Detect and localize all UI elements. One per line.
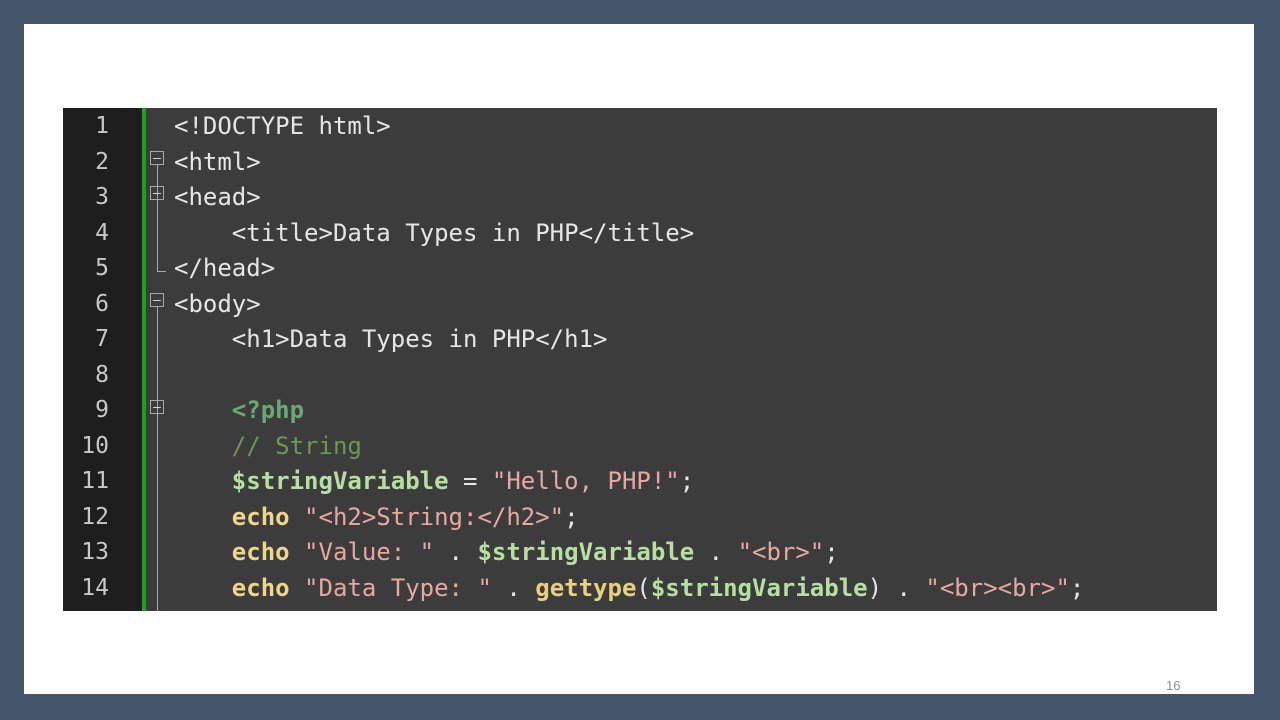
code-token: <?php bbox=[231, 396, 305, 424]
fold-toggle-icon[interactable] bbox=[150, 400, 164, 414]
code-token: . bbox=[694, 538, 738, 566]
code-token: // String bbox=[231, 431, 362, 460]
code-line[interactable]: </head> bbox=[174, 250, 275, 286]
line-number: 3 bbox=[95, 184, 109, 210]
code-token: ( bbox=[636, 573, 651, 602]
code-line[interactable]: <title>Data Types in PHP</title> bbox=[174, 215, 694, 251]
line-number: 13 bbox=[81, 539, 109, 565]
code-token: ; bbox=[564, 502, 579, 531]
code-line[interactable]: <h1>Data Types in PHP</h1> bbox=[174, 321, 608, 357]
code-token: <title>Data Types in PHP</title> bbox=[174, 218, 695, 247]
code-token: . bbox=[491, 573, 536, 602]
code-token: . bbox=[434, 538, 478, 566]
line-number: 6 bbox=[95, 290, 109, 317]
code-line[interactable]: <head> bbox=[174, 179, 261, 215]
code-token: ; bbox=[824, 538, 839, 566]
line-number: 4 bbox=[95, 219, 109, 246]
fold-toggle-icon[interactable] bbox=[150, 151, 164, 165]
code-editor[interactable]: 1 2 3 4 5 6 7 8 9 10 11 12 13 14 <!DOCTYPE html> <html… bbox=[63, 108, 1217, 611]
code-token: gettype bbox=[535, 573, 637, 602]
code-token: echo bbox=[231, 573, 290, 602]
code-line[interactable]: echo "<h2>String:</h2>"; bbox=[174, 499, 579, 535]
line-number: 7 bbox=[95, 326, 109, 352]
code-line[interactable]: <html> bbox=[174, 144, 261, 180]
fold-end-tick bbox=[157, 271, 166, 272]
page-number: 16 bbox=[1166, 678, 1181, 693]
code-line[interactable]: $stringVariable = "Hello, PHP!"; bbox=[174, 463, 694, 499]
code-token: <h1>Data Types in PHP</h1> bbox=[174, 325, 608, 353]
fold-toggle-icon[interactable] bbox=[150, 293, 164, 307]
code-token: </head> bbox=[174, 254, 276, 282]
code-token: echo bbox=[231, 502, 290, 531]
code-token: = bbox=[448, 467, 492, 495]
code-line[interactable]: echo "Data Type: " . gettype($stringVari… bbox=[174, 570, 1085, 606]
line-number: 11 bbox=[81, 468, 109, 494]
code-token: "Hello, PHP!" bbox=[491, 467, 680, 495]
fold-guide bbox=[157, 307, 158, 611]
code-token: <head> bbox=[174, 183, 261, 211]
line-number: 12 bbox=[81, 503, 109, 530]
fold-margin bbox=[146, 108, 174, 611]
code-token: "Value: " bbox=[304, 538, 435, 566]
code-line[interactable]: echo "Value: " . $stringVariable . "<br>… bbox=[174, 534, 839, 570]
line-number: 8 bbox=[95, 361, 109, 388]
fold-toggle-icon[interactable] bbox=[150, 186, 164, 200]
code-token: $stringVariable bbox=[650, 573, 868, 602]
code-token: <html> bbox=[174, 147, 261, 176]
code-token: $stringVariable bbox=[477, 538, 695, 566]
line-number: 9 bbox=[95, 397, 109, 423]
fold-guide bbox=[157, 165, 158, 271]
code-line[interactable]: // String bbox=[174, 428, 362, 464]
code-line[interactable]: <body> bbox=[174, 286, 261, 322]
code-token: echo bbox=[231, 538, 290, 566]
code-token: "<br><br>" bbox=[925, 573, 1070, 602]
code-token: "Data Type: " bbox=[304, 573, 492, 602]
line-number: 10 bbox=[81, 432, 109, 459]
line-number: 1 bbox=[95, 113, 109, 139]
line-number: 5 bbox=[95, 255, 109, 281]
code-token: <!DOCTYPE html> bbox=[174, 112, 391, 140]
code-token: "<h2>String:</h2>" bbox=[304, 502, 565, 531]
code-line[interactable]: <?php bbox=[174, 392, 304, 428]
code-token: <body> bbox=[174, 289, 261, 318]
line-number: 2 bbox=[95, 148, 109, 175]
code-token: $stringVariable bbox=[231, 467, 449, 495]
code-token: ; bbox=[679, 467, 695, 495]
code-token: ) . bbox=[867, 573, 926, 602]
slide: 1 2 3 4 5 6 7 8 9 10 11 12 13 14 <!DOCTYPE html> <html… bbox=[24, 24, 1254, 694]
code-token: ; bbox=[1069, 573, 1085, 602]
code-token: "<br>" bbox=[737, 538, 825, 566]
line-number: 14 bbox=[81, 574, 109, 601]
code-line[interactable]: <!DOCTYPE html> bbox=[174, 108, 391, 144]
